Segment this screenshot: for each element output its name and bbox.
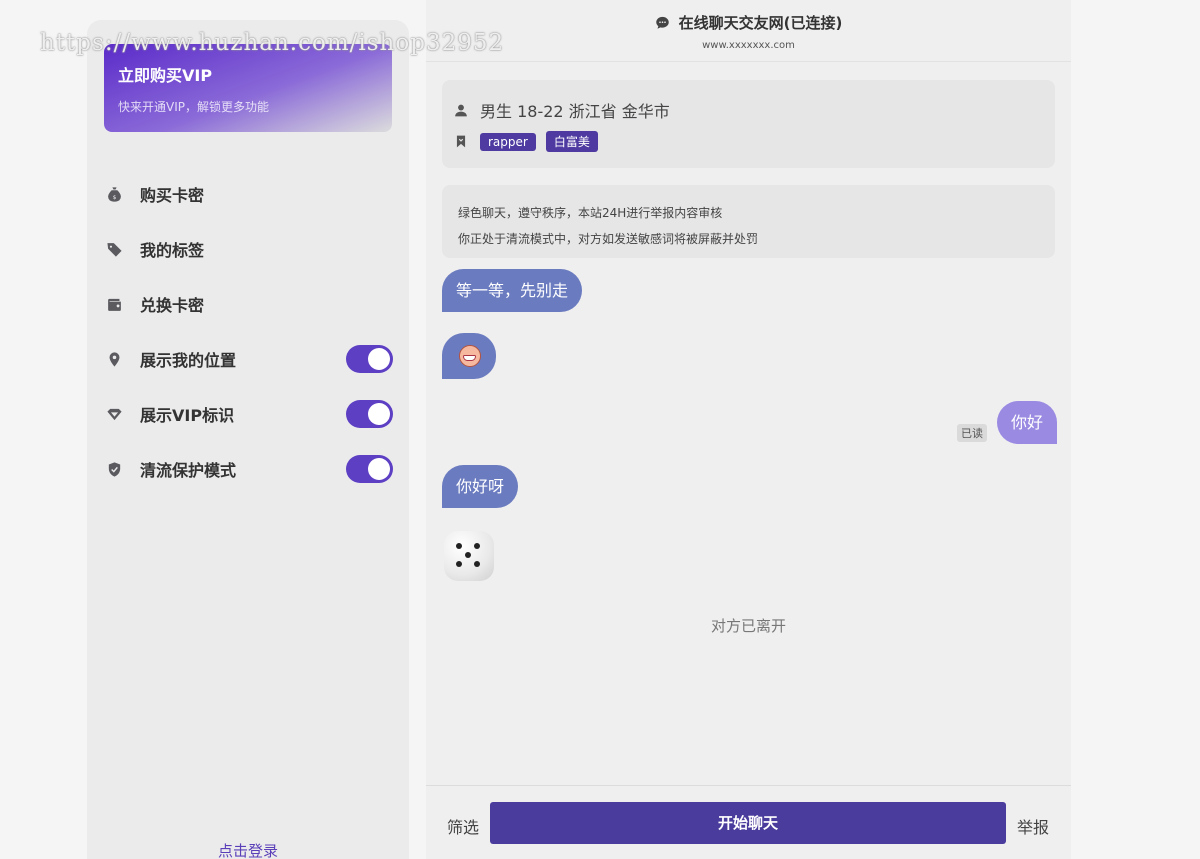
- report-button[interactable]: 举报: [1017, 814, 1049, 838]
- wallet-icon: [105, 295, 123, 313]
- menu-item-buy-card[interactable]: $ 购买卡密: [105, 179, 393, 209]
- tag-icon: [105, 240, 123, 258]
- profile-tag: rapper: [480, 132, 536, 151]
- toggle-knob: [368, 458, 390, 480]
- filter-button[interactable]: 筛选: [447, 814, 479, 838]
- menu-item-clean-mode: 清流保护模式: [105, 454, 393, 484]
- profile-info: 男生 18-22 浙江省 金华市: [480, 102, 670, 121]
- shield-check-icon: [105, 460, 123, 478]
- chat-footer: 筛选 开始聊天 举报: [426, 785, 1071, 859]
- notice-line: 你正处于清流模式中，对方如发送敏感词将被屏蔽并处罚: [458, 232, 759, 246]
- svg-text:$: $: [112, 194, 116, 200]
- menu-item-redeem-card[interactable]: 兑换卡密: [105, 289, 393, 319]
- show-vip-badge-toggle[interactable]: [346, 400, 393, 428]
- menu-item-label: 清流保护模式: [140, 461, 237, 480]
- user-icon: [455, 104, 467, 116]
- watermark: https://www.huzhan.com/ishop32952: [40, 30, 505, 56]
- vip-purchase-card[interactable]: 立即购买VIP 快来开通VIP，解锁更多功能: [104, 44, 392, 132]
- message-bubble-right: 你好: [997, 401, 1058, 444]
- menu-item-show-location: 展示我的位置: [105, 344, 393, 374]
- partner-left-notice: 对方已离开: [710, 617, 786, 635]
- bookmark-icon: [456, 135, 466, 148]
- menu-item-my-tags[interactable]: 我的标签: [105, 234, 393, 264]
- menu-item-label: 我的标签: [140, 241, 205, 260]
- toggle-knob: [368, 348, 390, 370]
- notice-line: 绿色聊天，遵守秩序，本站24H进行举报内容审核: [458, 206, 723, 220]
- menu-item-label: 兑换卡密: [140, 296, 205, 315]
- clean-mode-toggle[interactable]: [346, 455, 393, 483]
- toggle-knob: [368, 403, 390, 425]
- chat-rules-notice: 绿色聊天，遵守秩序，本站24H进行举报内容审核 你正处于清流模式中，对方如发送敏…: [442, 185, 1055, 258]
- profile-tags-row: rapper 白富美: [454, 131, 1043, 152]
- chat-title: 在线聊天交友网(已连接): [655, 12, 843, 33]
- menu-item-label: 展示我的位置: [140, 351, 237, 370]
- message-bubble-left: 你好呀: [442, 465, 519, 508]
- site-domain: www.xxxxxxx.com: [702, 40, 795, 51]
- profile-info-row: 男生 18-22 浙江省 金华市: [454, 98, 1043, 122]
- location-pin-icon: [105, 350, 123, 368]
- vip-card-subtitle: 快来开通VIP，解锁更多功能: [118, 100, 269, 114]
- dice-icon: [444, 531, 494, 581]
- menu-item-label: 展示VIP标识: [140, 406, 235, 425]
- vip-card-title: 立即购买VIP: [118, 66, 213, 85]
- show-location-toggle[interactable]: [346, 345, 393, 373]
- chat-bubble-icon: [655, 16, 669, 29]
- sidebar: 立即购买VIP 快来开通VIP，解锁更多功能 $ 购买卡密 我的标签 兑换卡密 …: [87, 20, 409, 859]
- diamond-icon: [105, 405, 123, 423]
- grinning-face-emoji-icon: [459, 345, 481, 367]
- chat-title-text: 在线聊天交友网(已连接): [678, 14, 843, 32]
- profile-tag: 白富美: [545, 131, 598, 152]
- chat-header: 在线聊天交友网(已连接) www.xxxxxxx.com: [426, 0, 1071, 62]
- message-bubble-left: 等一等，先别走: [442, 269, 583, 312]
- chat-panel: 在线聊天交友网(已连接) www.xxxxxxx.com 男生 18-22 浙江…: [426, 0, 1071, 859]
- start-chat-button[interactable]: 开始聊天: [490, 802, 1006, 844]
- menu-item-label: 购买卡密: [140, 186, 205, 205]
- partner-profile-card: 男生 18-22 浙江省 金华市 rapper 白富美: [442, 80, 1055, 168]
- message-bubble-left: [442, 333, 496, 379]
- login-link[interactable]: 点击登录: [87, 840, 409, 859]
- read-status-badge: 已读: [957, 424, 987, 442]
- menu-item-show-vip-badge: 展示VIP标识: [105, 399, 393, 429]
- money-bag-icon: $: [105, 185, 123, 203]
